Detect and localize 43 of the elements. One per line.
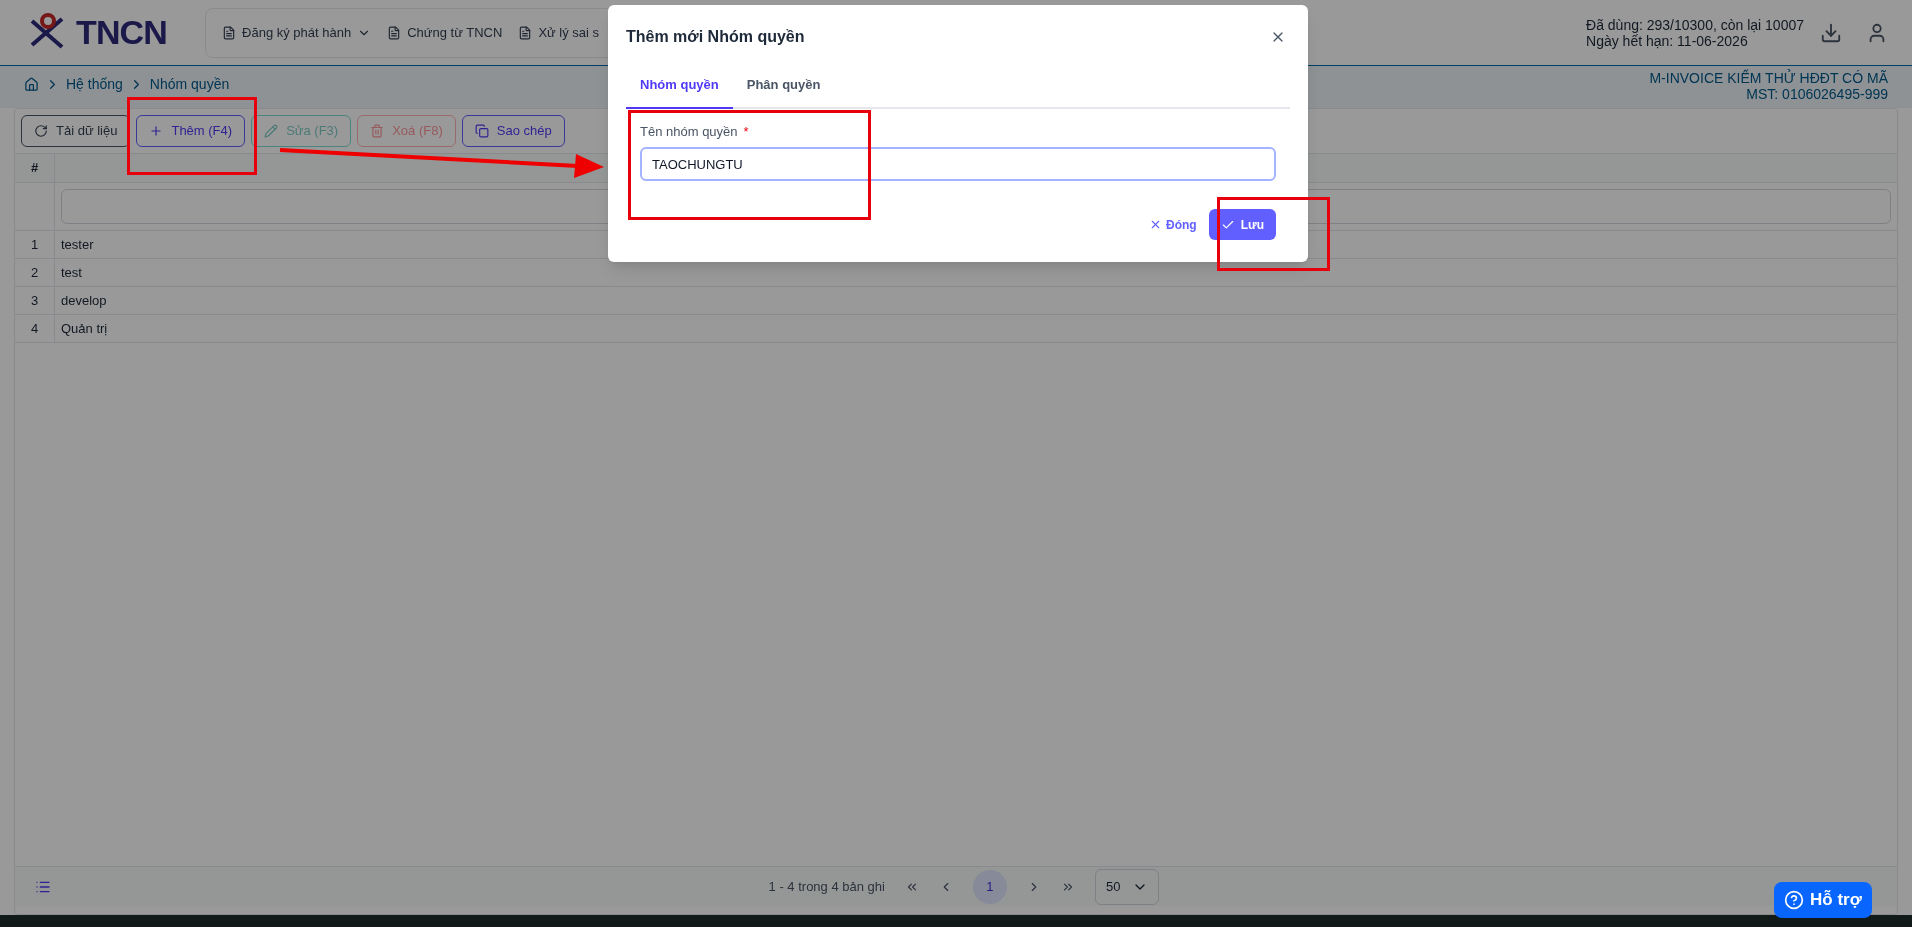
table-cell: 3	[15, 287, 55, 314]
help-icon	[1784, 890, 1804, 910]
usage-text: Ngày hết hạn: 11-06-2026	[1586, 32, 1748, 49]
required-mark: *	[743, 122, 749, 141]
help-button[interactable]: Hỗ trợ	[1774, 882, 1872, 918]
column-header: #	[15, 154, 55, 182]
breadcrumb-link[interactable]: Hệ thống	[66, 73, 123, 95]
document-icon	[387, 25, 402, 40]
document-icon	[518, 25, 533, 40]
breadcrumb-link[interactable]: Nhóm quyền	[149, 73, 230, 95]
page-button[interactable]: 1	[972, 869, 1007, 904]
table-cell-text: develop	[60, 291, 108, 310]
menu-item[interactable]: Chứng từ TNCN	[387, 22, 503, 43]
table-cell: 2	[15, 259, 55, 286]
field-label: Tên nhóm quyền	[640, 122, 738, 141]
table-cell-text: tester	[60, 235, 95, 254]
table-cell-text: Quản trị	[60, 319, 109, 338]
company-name: M-INVOICE KIỂM THỬ HĐĐT CÓ MÃ	[1649, 70, 1888, 86]
toolbar-button[interactable]: Thêm (F4)	[136, 115, 246, 147]
table-cell: 1	[15, 231, 55, 258]
page-size-select[interactable]: 50	[1094, 868, 1160, 905]
usage-text: Đã dùng: 293/10300, còn lại 10007	[1586, 16, 1804, 33]
copy-icon	[474, 124, 489, 138]
record-count: 1 - 4 trong 4 bản ghi	[768, 877, 885, 896]
group-name-field[interactable]: TAOCHUNGTU	[640, 147, 1276, 181]
reload-icon	[34, 124, 48, 138]
document-icon	[222, 25, 237, 40]
dialog-tab[interactable]: Phân quyền	[732, 75, 835, 109]
dialog-title: Thêm mới Nhóm quyền	[626, 27, 805, 47]
table-cell-text: test	[60, 263, 83, 282]
save-button[interactable]: Lưu	[1208, 209, 1276, 240]
plus-icon	[149, 124, 164, 138]
logo-text: TNCN	[76, 12, 168, 53]
menu-item[interactable]: Xử lý sai s	[518, 22, 600, 43]
tax-id: MST: 0106026495-999	[1746, 86, 1888, 102]
close-icon	[1149, 218, 1162, 231]
toolbar-button[interactable]: Sao chép	[461, 115, 565, 147]
close-button[interactable]: Đóng	[1149, 215, 1197, 234]
menu-item[interactable]: Đăng ký phát hành	[222, 22, 372, 43]
home-icon[interactable]	[24, 76, 39, 92]
dialog-tab[interactable]: Nhóm quyền	[626, 75, 733, 109]
download-icon[interactable]	[1820, 21, 1842, 44]
table-cell: 4	[15, 315, 55, 342]
